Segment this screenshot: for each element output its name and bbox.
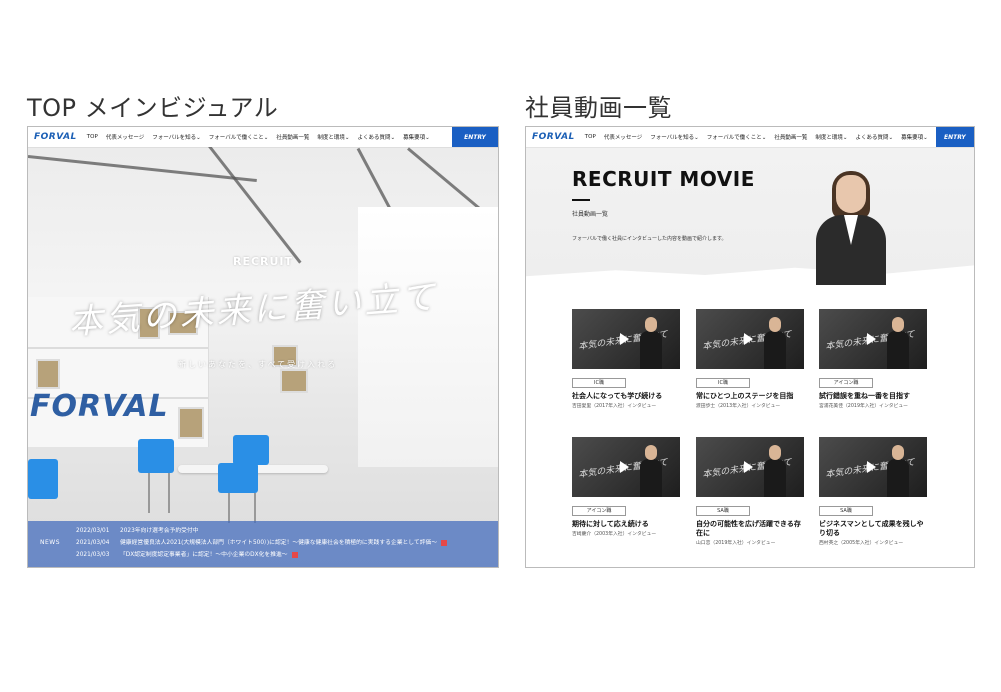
video-thumbnail[interactable]: 本気の未来に奮い立て bbox=[572, 309, 680, 369]
chevron-down-icon: ⌄ bbox=[390, 135, 396, 141]
hero-image: FORVAL RECRUIT 本気の未来に奮い立て 新しいあなたを、すべて受け入… bbox=[28, 143, 498, 567]
video-thumbnail[interactable]: 本気の未来に奮い立て bbox=[696, 437, 804, 497]
video-thumbnail[interactable]: 本気の未来に奮い立て bbox=[696, 309, 804, 369]
pdf-icon bbox=[441, 539, 448, 546]
play-icon[interactable] bbox=[620, 461, 629, 473]
play-icon[interactable] bbox=[620, 333, 629, 345]
header-portrait bbox=[816, 171, 886, 285]
chair bbox=[28, 459, 58, 499]
video-meta: 吉田愛里（2017年入社）インタビュー bbox=[572, 404, 657, 409]
site-logo[interactable]: FORVAL bbox=[532, 132, 575, 142]
nav-item-message[interactable]: 代表メッセージ bbox=[604, 133, 642, 141]
video-meta: 宮浦花美佳（2019年入社）インタビュー bbox=[819, 404, 908, 409]
ceiling-beam bbox=[28, 155, 257, 183]
news-label: NEWS bbox=[40, 539, 61, 546]
video-title[interactable]: 期待に対して応え続ける bbox=[572, 520, 680, 529]
job-tag: IC職 bbox=[696, 378, 750, 388]
chevron-down-icon: ⌄ bbox=[196, 135, 201, 141]
chevron-down-icon: ⌄ bbox=[761, 135, 767, 141]
chair bbox=[218, 463, 258, 493]
chair bbox=[138, 439, 174, 473]
page-description: フォーバルで働く社員にインタビューした内容を動画で紹介します。 bbox=[572, 236, 727, 242]
nav-item-faq[interactable]: よくある質問⌄ bbox=[357, 133, 395, 141]
video-title[interactable]: 常にひとつ上のステージを目指 bbox=[696, 392, 804, 401]
nav-item-system[interactable]: 制度と環境⌄ bbox=[317, 133, 349, 141]
video-title[interactable]: 社会人になっても学び続ける bbox=[572, 392, 680, 401]
entry-button[interactable]: ENTRY bbox=[935, 127, 974, 147]
job-tag: SA職 bbox=[819, 506, 873, 516]
certificate-frame bbox=[280, 369, 308, 393]
video-title[interactable]: 自分の可能性を広げ活躍できる存在に bbox=[696, 520, 804, 538]
video-title[interactable]: ビジネスマンとして成果を残しやり切る bbox=[819, 520, 927, 538]
employee-videos-panel: FORVAL TOP 代表メッセージ フォーバルを知る⌄ フォーバルで働くこと⌄… bbox=[525, 126, 975, 568]
play-icon[interactable] bbox=[867, 333, 876, 345]
video-card[interactable]: 本気の未来に奮い立て アイコン職 試行錯誤を重ね一番を目指す 宮浦花美佳（201… bbox=[819, 309, 927, 409]
job-tag: SA職 bbox=[696, 506, 750, 516]
job-tag: IC職 bbox=[572, 378, 626, 388]
title-underline bbox=[572, 199, 590, 201]
video-meta: 渡田歩士（2013年入社）インタビュー bbox=[696, 404, 781, 409]
video-card[interactable]: 本気の未来に奮い立て SA職 自分の可能性を広げ活躍できる存在に 山口恋（201… bbox=[696, 437, 804, 546]
wall-logo: FORVAL bbox=[30, 389, 169, 424]
nav-item-faq[interactable]: よくある質問⌄ bbox=[855, 133, 893, 141]
nav-item-work[interactable]: フォーバルで働くこと⌄ bbox=[707, 133, 767, 141]
global-nav: FORVAL TOP 代表メッセージ フォーバルを知る⌄ フォーバルで働くこと⌄… bbox=[526, 127, 974, 147]
chevron-down-icon: ⌄ bbox=[842, 135, 848, 141]
hero-title: RECRUIT bbox=[232, 255, 294, 268]
ceiling-beam bbox=[407, 147, 486, 214]
chevron-down-icon: ⌄ bbox=[344, 135, 350, 141]
nav-item-videos[interactable]: 社員動画一覧 bbox=[276, 133, 309, 141]
chair bbox=[233, 435, 269, 465]
job-tag: アイコン職 bbox=[572, 506, 626, 516]
chevron-down-icon: ⌄ bbox=[694, 135, 699, 141]
nav-item-top[interactable]: TOP bbox=[87, 134, 98, 140]
nav-item-recruit[interactable]: 募集要項⌄ bbox=[901, 133, 928, 141]
nav-item-system[interactable]: 制度と環境⌄ bbox=[815, 133, 847, 141]
ceiling-beam bbox=[206, 143, 302, 264]
video-card[interactable]: 本気の未来に奮い立て SA職 ビジネスマンとして成果を残しやり切る 西村英之（2… bbox=[819, 437, 927, 546]
video-thumbnail[interactable]: 本気の未来に奮い立て bbox=[819, 309, 927, 369]
video-thumbnail[interactable]: 本気の未来に奮い立て bbox=[819, 437, 927, 497]
video-meta: 山口恋（2019年入社）インタビュー bbox=[696, 541, 776, 546]
nav-item-videos[interactable]: 社員動画一覧 bbox=[774, 133, 807, 141]
news-bar: NEWS 2022/03/01 2023年向け選考会予約受付中 2021/03/0… bbox=[28, 521, 498, 567]
global-nav: FORVAL TOP 代表メッセージ フォーバルを知る⌄ フォーバルで働くこと⌄… bbox=[28, 127, 498, 147]
caption-top-main-visual: TOP メインビジュアル bbox=[27, 94, 279, 122]
news-item[interactable]: 2022/03/01 2023年向け選考会予約受付中 bbox=[76, 525, 447, 537]
entry-button[interactable]: ENTRY bbox=[452, 127, 498, 147]
video-meta: 西村英之（2005年入社）インタビュー bbox=[819, 541, 904, 546]
chevron-down-icon: ⌄ bbox=[425, 135, 430, 141]
video-card[interactable]: 本気の未来に奮い立て IC職 社会人になっても学び続ける 吉田愛里（2017年入… bbox=[572, 309, 680, 409]
job-tag: アイコン職 bbox=[819, 378, 873, 388]
page-subtitle: 社員動画一覧 bbox=[572, 211, 609, 218]
news-item[interactable]: 2021/03/03 「DX認定制度認定事業者」に認定！～中小企業のDX化を推進～ bbox=[76, 549, 447, 561]
video-card[interactable]: 本気の未来に奮い立て アイコン職 期待に対して応え続ける 吉崎慶介（2003年入… bbox=[572, 437, 680, 537]
nav-item-recruit[interactable]: 募集要項⌄ bbox=[403, 133, 430, 141]
play-icon[interactable] bbox=[867, 461, 876, 473]
caption-employee-videos: 社員動画一覧 bbox=[525, 94, 672, 122]
nav-item-about[interactable]: フォーバルを知る⌄ bbox=[650, 133, 699, 141]
chevron-down-icon: ⌄ bbox=[263, 135, 269, 141]
chevron-down-icon: ⌄ bbox=[888, 135, 894, 141]
pdf-icon bbox=[291, 551, 298, 558]
video-card[interactable]: 本気の未来に奮い立て IC職 常にひとつ上のステージを目指 渡田歩士（2013年… bbox=[696, 309, 804, 409]
chevron-down-icon: ⌄ bbox=[923, 135, 928, 141]
nav-item-work[interactable]: フォーバルで働くこと⌄ bbox=[209, 133, 269, 141]
hero-subcopy: 新しいあなたを、すべて受け入れる bbox=[178, 360, 338, 369]
video-title[interactable]: 試行錯誤を重ね一番を目指す bbox=[819, 392, 927, 401]
news-item[interactable]: 2021/03/04 健康経営優良法人2021(大規模法人部門（ホワイト500）)… bbox=[76, 537, 448, 549]
top-main-visual-panel: FORVAL TOP 代表メッセージ フォーバルを知る⌄ フォーバルで働くこと⌄… bbox=[27, 126, 499, 568]
nav-item-about[interactable]: フォーバルを知る⌄ bbox=[152, 133, 201, 141]
video-thumbnail[interactable]: 本気の未来に奮い立て bbox=[572, 437, 680, 497]
page-title: RECRUIT MOVIE bbox=[572, 167, 755, 191]
bright-window bbox=[358, 207, 498, 467]
nav-item-top[interactable]: TOP bbox=[585, 134, 596, 140]
nav-item-message[interactable]: 代表メッセージ bbox=[106, 133, 144, 141]
play-icon[interactable] bbox=[744, 461, 753, 473]
news-list: 2022/03/01 2023年向け選考会予約受付中 2021/03/04 健康経営… bbox=[76, 525, 448, 561]
video-meta: 吉崎慶介（2003年入社）インタビュー bbox=[572, 532, 657, 537]
site-logo[interactable]: FORVAL bbox=[34, 132, 77, 142]
play-icon[interactable] bbox=[744, 333, 753, 345]
